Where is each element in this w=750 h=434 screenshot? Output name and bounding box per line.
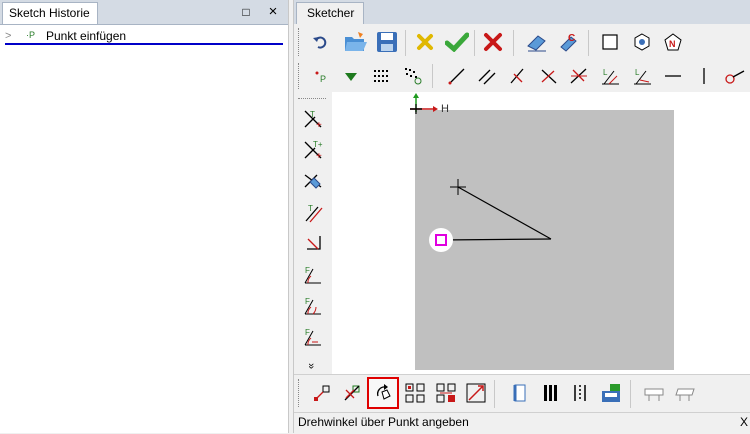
svg-text:N: N [669, 39, 676, 49]
save-icon[interactable] [374, 29, 400, 55]
restore-button[interactable]: □ [238, 4, 254, 20]
copy-pattern-icon[interactable] [402, 380, 428, 406]
hexagon-cube-icon[interactable] [629, 29, 655, 55]
point-icon[interactable]: P [308, 63, 334, 89]
rotate-icon[interactable] [370, 380, 396, 406]
more-tools-chevron[interactable]: » [305, 363, 317, 369]
scale-icon[interactable] [463, 380, 489, 406]
toolbar-separator [405, 30, 406, 56]
move-cross-icon[interactable] [339, 380, 365, 406]
toolbar-separator [494, 380, 495, 408]
svg-text:F: F [305, 266, 310, 275]
svg-text:+: + [316, 120, 322, 130]
format-icon[interactable]: C [556, 29, 582, 55]
table-icon-2[interactable] [672, 380, 698, 406]
trim-icon[interactable]: T + [300, 106, 326, 132]
column-bars-icon[interactable] [537, 380, 563, 406]
svg-text:L: L [635, 68, 640, 77]
toolbar-separator [474, 30, 475, 56]
dotted-bars-icon[interactable] [567, 380, 593, 406]
toolbar-separator [513, 30, 514, 56]
angle-l2-icon[interactable]: L [629, 63, 655, 89]
point-pattern-icon[interactable] [400, 63, 426, 89]
trim-cross-icon[interactable] [300, 168, 326, 194]
offset-icon[interactable]: T [300, 200, 326, 226]
cancel-yellow-x-icon[interactable] [412, 29, 438, 55]
tab-sketcher[interactable]: Sketcher [296, 2, 364, 24]
table-icon[interactable] [641, 380, 667, 406]
line-icon[interactable] [444, 63, 470, 89]
toolbar-separator [630, 380, 631, 408]
open-folder-icon[interactable] [343, 29, 369, 55]
save-green-icon[interactable] [598, 380, 624, 406]
fillet-icon[interactable]: F [300, 262, 326, 288]
confirm-check-icon[interactable] [444, 29, 470, 55]
close-button[interactable]: × [265, 4, 281, 20]
eraser-icon[interactable] [524, 29, 550, 55]
angle-l-icon[interactable]: L [597, 63, 623, 89]
toolbar-grip[interactable] [298, 63, 302, 89]
fillet-icon-3[interactable]: F [300, 324, 326, 350]
cross-line-icon[interactable] [536, 63, 562, 89]
svg-text:F: F [305, 328, 310, 337]
sketch-geometry [410, 93, 552, 252]
svg-text:T: T [310, 110, 315, 119]
toolbar-separator [588, 30, 589, 56]
parallel-line-icon[interactable] [474, 63, 500, 89]
circle-line-icon[interactable] [722, 63, 748, 89]
toolbar-grip[interactable] [298, 98, 326, 101]
delete-red-x-icon[interactable] [480, 29, 506, 55]
tab-sketch-history[interactable]: Sketch Historie [2, 2, 98, 24]
vertical-line-icon[interactable] [691, 63, 717, 89]
angle-line-icon[interactable] [505, 63, 531, 89]
square-icon[interactable] [597, 29, 623, 55]
status-close[interactable]: X [740, 415, 748, 429]
status-message: Drehwinkel über Punkt angeben [298, 415, 469, 429]
undo-icon[interactable] [308, 29, 334, 55]
toolbar-grip[interactable] [298, 379, 302, 407]
multi-line-icon[interactable] [566, 63, 592, 89]
grid-points-icon[interactable] [368, 63, 394, 89]
svg-text:+: + [316, 151, 322, 161]
history-item-label: Punkt einfügen [46, 29, 127, 43]
svg-text:T: T [308, 204, 313, 213]
svg-text:L: L [603, 68, 608, 77]
book-icon[interactable] [507, 380, 533, 406]
sketch-history-panel [0, 0, 288, 433]
point-insert-icon: ·P [26, 30, 35, 40]
horizontal-line-icon[interactable] [660, 63, 686, 89]
toolbar-grip[interactable] [298, 28, 302, 56]
corner-icon[interactable] [300, 231, 326, 257]
svg-text:F: F [305, 297, 310, 306]
triangle-down-icon[interactable] [338, 63, 364, 89]
history-selection-underline [5, 43, 283, 45]
polygon-n-icon[interactable]: N [660, 29, 686, 55]
svg-text:P: P [320, 74, 326, 84]
svg-text:C: C [568, 33, 575, 44]
trim-plus-icon[interactable]: T+ + [300, 137, 326, 163]
svg-text:T+: T+ [313, 140, 323, 149]
toolbar-separator [432, 64, 433, 88]
mirror-pattern-icon[interactable] [433, 380, 459, 406]
fillet-icon-2[interactable]: F [300, 293, 326, 319]
move-icon[interactable] [309, 380, 335, 406]
axis-h-label: H [441, 103, 449, 115]
chevron-right-icon[interactable]: > [5, 30, 11, 42]
